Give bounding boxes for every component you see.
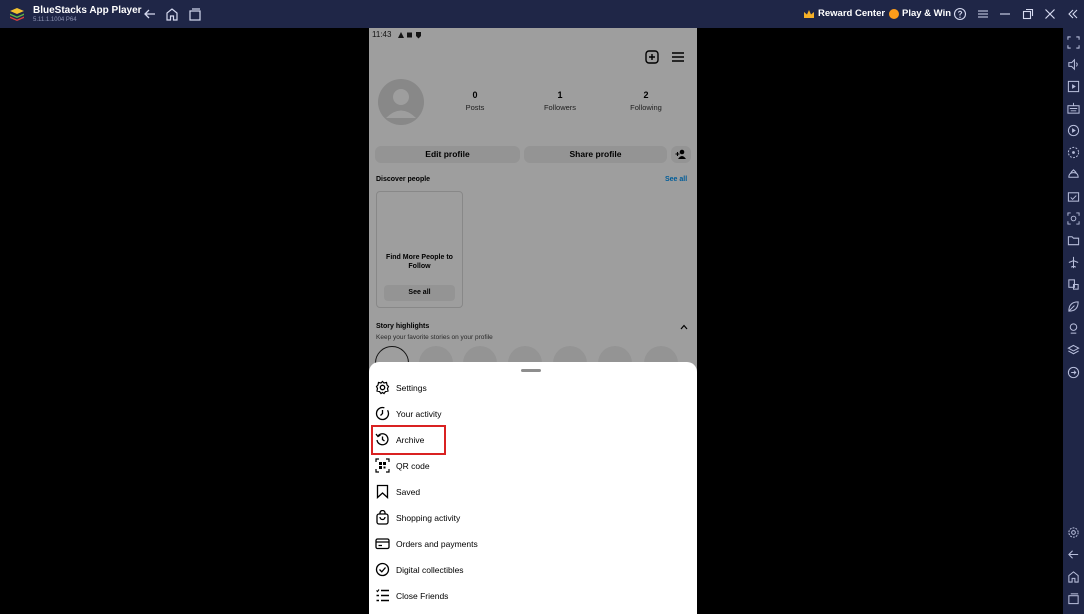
help-icon[interactable] [952,6,968,22]
overview-icon[interactable] [1067,592,1080,605]
recent-apps-icon[interactable] [187,6,203,22]
close-friends-list-icon [376,589,389,602]
reward-center-button[interactable]: Reward Center [818,8,885,19]
menu-item-qr-code[interactable]: QR code [369,454,697,478]
menu-item-label: Settings [396,383,427,393]
volume-icon[interactable] [1067,58,1080,71]
multi-instance-icon[interactable] [1067,278,1080,291]
airplane-icon[interactable] [1067,256,1080,269]
coin-icon [889,9,899,19]
folder-icon[interactable] [1067,234,1080,247]
menu-item-label: QR code [396,461,430,471]
collapse-sidebar-icon[interactable] [1065,6,1081,22]
credit-card-icon [375,538,390,550]
eco-mode-icon[interactable] [1067,300,1080,313]
settings-icon [375,380,390,395]
menu-item-your-activity[interactable]: Your activity [369,402,697,426]
title-bar: BlueStacks App Player 5.11.1.1004 P64 Re… [0,0,1084,28]
menu-item-label: Saved [396,487,421,497]
menu-item-label: Orders and payments [396,539,478,549]
menu-item-orders-and-payments[interactable]: Orders and payments [369,532,697,556]
menu-item-close-friends[interactable]: Close Friends [369,584,697,608]
game-controls-icon[interactable] [1067,168,1080,181]
play-win-button[interactable]: Play & Win [902,8,951,19]
menu-icon[interactable] [975,6,991,22]
back-icon[interactable] [1067,548,1080,561]
qr-code-icon [375,458,390,473]
camera-capture-icon[interactable] [1067,212,1080,225]
home-icon[interactable] [164,6,180,22]
android-home-icon[interactable] [1067,570,1080,583]
back-arrow-icon[interactable] [142,6,158,22]
crown-icon [804,10,814,18]
app-version: 5.11.1.1004 P64 [33,17,77,23]
restore-icon[interactable] [1020,6,1036,22]
archive-highlight-box [371,425,446,455]
screenshot-icon[interactable] [1067,190,1080,203]
fullscreen-icon[interactable] [1067,36,1080,49]
menu-item-digital-collectibles[interactable]: Digital collectibles [369,558,697,582]
media-icon[interactable] [1067,80,1080,93]
sheet-drag-handle[interactable] [521,369,541,372]
close-icon[interactable] [1042,6,1058,22]
keyboard-icon[interactable] [1067,102,1080,115]
menu-item-settings[interactable]: Settings [369,376,697,400]
record-icon[interactable] [1067,124,1080,137]
menu-item-label: Digital collectibles [396,565,464,575]
shopping-bag-icon [376,510,389,525]
activity-icon [375,406,390,421]
app-name: BlueStacks App Player [33,5,142,16]
profile-menu-sheet: Settings Your activity Archive QR code S… [369,362,697,614]
minimize-icon[interactable] [997,6,1013,22]
sync-icon[interactable] [1067,366,1080,379]
menu-item-label: Shopping activity [396,513,461,523]
layers-icon[interactable] [1067,344,1080,357]
android-screen: 11:43 0 Posts 1 Followers 2 Following Ed… [369,28,697,614]
menu-item-label: Close Friends [396,591,449,601]
verified-check-icon [375,562,390,577]
macro-icon[interactable] [1067,146,1080,159]
menu-item-shopping-activity[interactable]: Shopping activity [369,506,697,530]
location-icon[interactable] [1067,322,1080,335]
settings-gear-icon[interactable] [1067,526,1080,539]
bluestacks-logo-icon [10,8,24,21]
right-sidebar [1063,28,1084,614]
bookmark-icon [376,484,389,499]
menu-item-label: Your activity [396,409,442,419]
menu-item-saved[interactable]: Saved [369,480,697,504]
